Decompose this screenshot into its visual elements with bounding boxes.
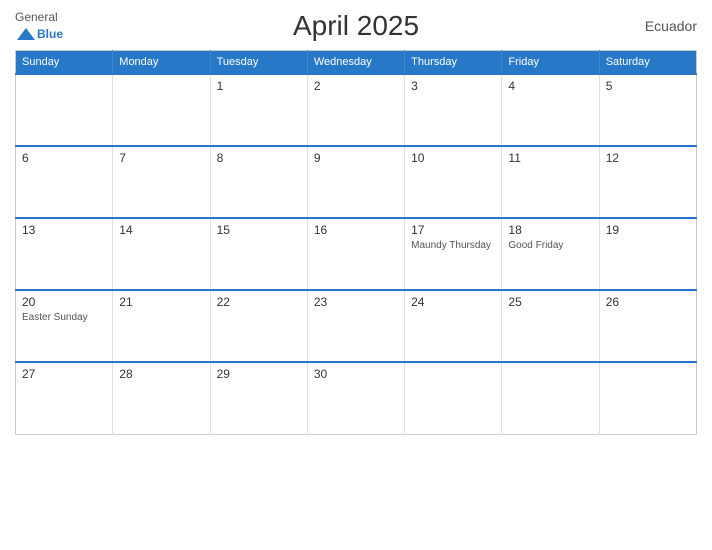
page-header: General Blue April 2025Ecuador xyxy=(15,10,697,42)
calendar-cell: 15 xyxy=(210,218,307,290)
calendar-week-row: 27 28 29 30 xyxy=(16,362,697,434)
calendar-cell: 28 xyxy=(113,362,210,434)
calendar-cell: 30 xyxy=(307,362,404,434)
calendar-cell: 4 xyxy=(502,74,599,146)
day-number: 14 xyxy=(119,223,203,237)
calendar-week-row: 20 Easter Sunday 21 22 23 24 25 26 xyxy=(16,290,697,362)
logo-blue-text: Blue xyxy=(37,27,63,41)
calendar-cell: 25 xyxy=(502,290,599,362)
calendar-cell: 22 xyxy=(210,290,307,362)
calendar-cell: 6 xyxy=(16,146,113,218)
calendar-table: SundayMondayTuesdayWednesdayThursdayFrid… xyxy=(15,50,697,435)
calendar-week-row: 13 14 15 16 17 Maundy Thursday 18 Good Friday 19 xyxy=(16,218,697,290)
day-number: 6 xyxy=(22,151,106,165)
calendar-cell: 2 xyxy=(307,74,404,146)
calendar-cell: 9 xyxy=(307,146,404,218)
day-number: 22 xyxy=(217,295,301,309)
calendar-cell xyxy=(599,362,696,434)
calendar-cell xyxy=(502,362,599,434)
calendar-cell: 29 xyxy=(210,362,307,434)
calendar-cell xyxy=(405,362,502,434)
day-number: 12 xyxy=(606,151,690,165)
day-number: 18 xyxy=(508,223,592,237)
calendar-cell xyxy=(16,74,113,146)
logo-general-text: General xyxy=(15,10,58,24)
calendar-cell: 12 xyxy=(599,146,696,218)
day-number: 13 xyxy=(22,223,106,237)
day-number: 17 xyxy=(411,223,495,237)
calendar-cell: 14 xyxy=(113,218,210,290)
calendar-cell: 20 Easter Sunday xyxy=(16,290,113,362)
day-number: 11 xyxy=(508,151,592,165)
weekday-header: Tuesday xyxy=(210,51,307,75)
day-number: 23 xyxy=(314,295,398,309)
day-number: 9 xyxy=(314,151,398,165)
weekday-header-row: SundayMondayTuesdayWednesdayThursdayFrid… xyxy=(16,51,697,75)
country-label: Ecuador xyxy=(617,18,697,34)
calendar-cell: 23 xyxy=(307,290,404,362)
calendar-cell: 11 xyxy=(502,146,599,218)
day-number: 28 xyxy=(119,367,203,381)
weekday-header: Thursday xyxy=(405,51,502,75)
calendar-cell: 3 xyxy=(405,74,502,146)
calendar-cell: 5 xyxy=(599,74,696,146)
day-number: 21 xyxy=(119,295,203,309)
calendar-event: Good Friday xyxy=(508,239,592,252)
day-number: 26 xyxy=(606,295,690,309)
calendar-cell: 18 Good Friday xyxy=(502,218,599,290)
weekday-header: Friday xyxy=(502,51,599,75)
calendar-cell xyxy=(113,74,210,146)
day-number: 5 xyxy=(606,79,690,93)
calendar-event: Maundy Thursday xyxy=(411,239,495,252)
calendar-cell: 27 xyxy=(16,362,113,434)
calendar-cell: 26 xyxy=(599,290,696,362)
day-number: 30 xyxy=(314,367,398,381)
day-number: 25 xyxy=(508,295,592,309)
calendar-cell: 8 xyxy=(210,146,307,218)
weekday-header: Wednesday xyxy=(307,51,404,75)
day-number: 29 xyxy=(217,367,301,381)
weekday-header: Monday xyxy=(113,51,210,75)
page-title: April 2025 xyxy=(95,10,617,42)
day-number: 16 xyxy=(314,223,398,237)
calendar-cell: 1 xyxy=(210,74,307,146)
calendar-cell: 7 xyxy=(113,146,210,218)
day-number: 24 xyxy=(411,295,495,309)
day-number: 15 xyxy=(217,223,301,237)
calendar-cell: 16 xyxy=(307,218,404,290)
calendar-week-row: 6789 10 11 12 xyxy=(16,146,697,218)
logo: General Blue xyxy=(15,10,95,42)
day-number: 19 xyxy=(606,223,690,237)
calendar-event: Easter Sunday xyxy=(22,311,106,324)
day-number: 20 xyxy=(22,295,106,309)
day-number: 1 xyxy=(217,79,301,93)
logo-triangle xyxy=(15,26,37,42)
calendar-cell: 21 xyxy=(113,290,210,362)
day-number: 4 xyxy=(508,79,592,93)
calendar-cell: 10 xyxy=(405,146,502,218)
calendar-page: General Blue April 2025Ecuador SundayMon… xyxy=(0,0,712,550)
calendar-week-row: 12345 xyxy=(16,74,697,146)
calendar-cell: 17 Maundy Thursday xyxy=(405,218,502,290)
day-number: 8 xyxy=(217,151,301,165)
weekday-header: Sunday xyxy=(16,51,113,75)
calendar-cell: 19 xyxy=(599,218,696,290)
calendar-cell: 13 xyxy=(16,218,113,290)
day-number: 7 xyxy=(119,151,203,165)
weekday-header: Saturday xyxy=(599,51,696,75)
day-number: 2 xyxy=(314,79,398,93)
day-number: 10 xyxy=(411,151,495,165)
calendar-cell: 24 xyxy=(405,290,502,362)
day-number: 3 xyxy=(411,79,495,93)
day-number: 27 xyxy=(22,367,106,381)
